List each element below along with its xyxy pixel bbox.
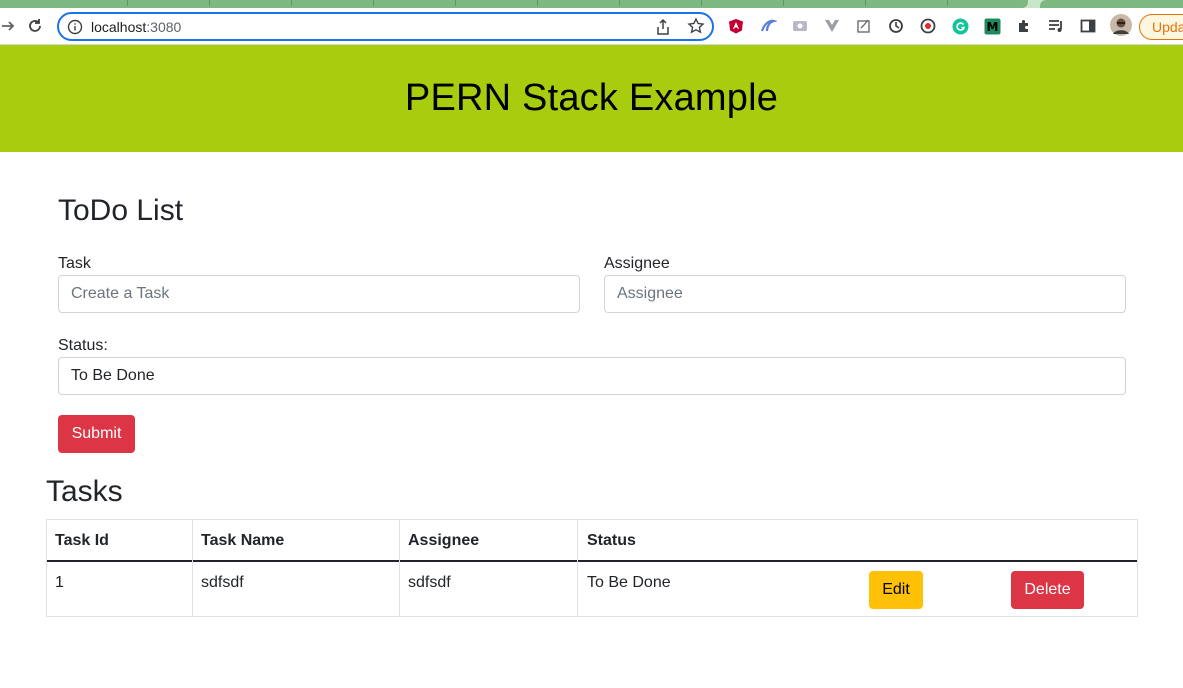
record-icon[interactable] [919, 17, 937, 35]
tab[interactable] [1040, 0, 1183, 8]
task-input[interactable]: Create a Task [58, 275, 580, 313]
column-header-task-name: Task Name [201, 532, 285, 549]
tab-separator [865, 0, 866, 6]
tasks-title: Tasks [46, 475, 123, 508]
forward-button[interactable] [0, 14, 20, 38]
todo-list-title: ToDo List [58, 194, 184, 227]
screen-icon[interactable] [791, 17, 809, 35]
task-label: Task [58, 255, 91, 272]
page-title: PERN Stack Example [404, 77, 779, 119]
tab-strip [0, 0, 1183, 8]
app-header: PERN Stack Example [0, 45, 1183, 152]
task-assignee-cell: sdfsdf [408, 574, 451, 591]
assignee-input[interactable]: Assignee [604, 275, 1126, 313]
cursor-icon[interactable] [759, 17, 777, 35]
tab-separator [373, 0, 374, 6]
tab-separator [783, 0, 784, 6]
status-input[interactable]: To Be Done [58, 357, 1126, 395]
task-status-cell: To Be Done [587, 574, 671, 591]
m-icon[interactable]: M [983, 17, 1001, 35]
active-tab-group[interactable] [0, 0, 1028, 8]
browser-toolbar: localhost:3080 M Upda [0, 8, 1183, 45]
status-label: Status: [58, 337, 108, 354]
arrow-right-icon [2, 21, 15, 31]
delete-button[interactable]: Delete [1011, 571, 1084, 609]
column-divider [577, 520, 578, 616]
submit-button[interactable]: Submit [58, 415, 135, 453]
tab-separator [291, 0, 292, 6]
reload-button[interactable] [23, 14, 47, 38]
reload-icon [29, 19, 41, 32]
column-divider [192, 520, 193, 616]
column-header-status: Status [587, 532, 636, 549]
grammarly-icon[interactable] [951, 17, 969, 35]
assignee-label: Assignee [604, 255, 670, 272]
tab-separator [701, 0, 702, 6]
url-host: localhost [91, 19, 147, 35]
tab-separator [455, 0, 456, 6]
tab-separator [947, 0, 948, 6]
profile-avatar[interactable] [1110, 14, 1132, 36]
vue-icon[interactable] [823, 17, 841, 35]
task-placeholder: Create a Task [71, 285, 170, 302]
url-text: localhost:3080 [91, 19, 181, 35]
bookmark-star-icon[interactable] [687, 17, 705, 35]
svg-text:M: M [986, 20, 998, 34]
update-button[interactable]: Upda [1139, 14, 1183, 40]
task-id-cell: 1 [55, 574, 64, 591]
address-bar[interactable]: localhost:3080 [57, 12, 714, 41]
sidepanel-icon[interactable] [1079, 17, 1097, 35]
column-header-task-id: Task Id [55, 532, 109, 549]
sync-icon[interactable] [887, 17, 905, 35]
tab-separator [209, 0, 210, 6]
puzzle-icon[interactable] [1015, 17, 1033, 35]
tab-separator [537, 0, 538, 6]
status-value: To Be Done [71, 367, 155, 384]
column-divider [399, 520, 400, 616]
tab-separator [127, 0, 128, 6]
angular-icon[interactable] [727, 17, 745, 35]
url-port: :3080 [146, 19, 182, 35]
queue-icon[interactable] [1047, 17, 1065, 35]
edit-button[interactable]: Edit [869, 571, 923, 609]
task-name-cell: sdfsdf [201, 574, 244, 591]
info-icon[interactable] [67, 19, 83, 35]
tasks-table: Task Id Task Name Assignee Status 1 sdfs… [46, 519, 1138, 617]
tab-separator [619, 0, 620, 6]
share-icon[interactable] [655, 18, 671, 36]
column-header-assignee: Assignee [408, 532, 480, 549]
notes-icon[interactable] [855, 17, 873, 35]
assignee-placeholder: Assignee [617, 285, 683, 302]
